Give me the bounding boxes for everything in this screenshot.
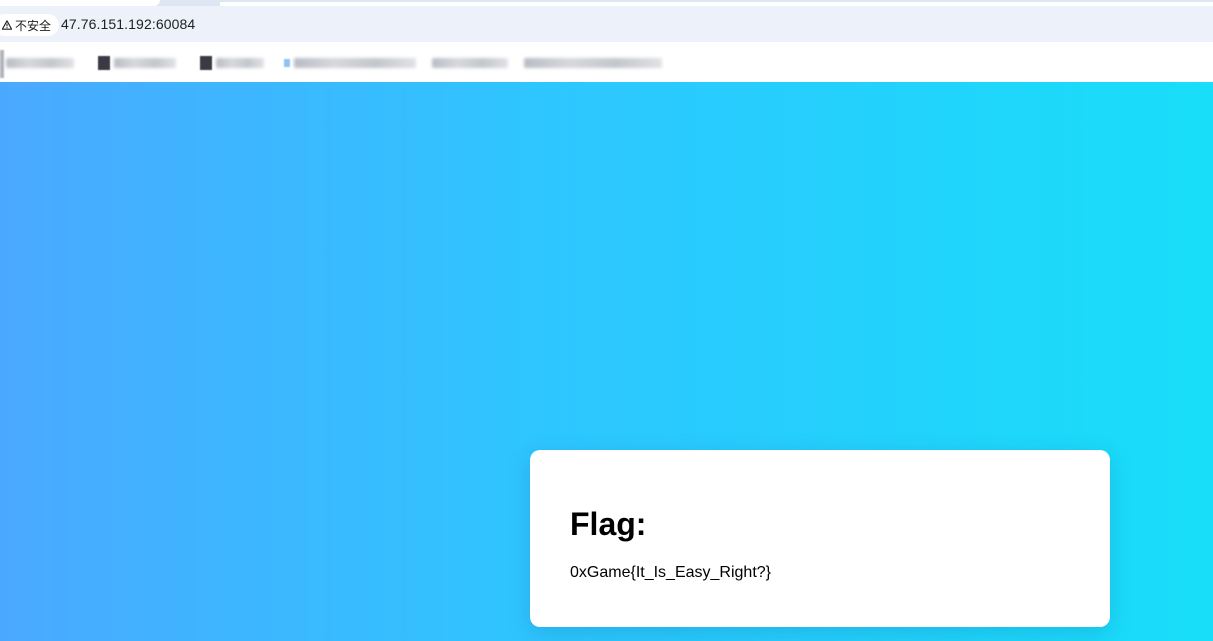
browser-window: 不安全 47.76.151.192:60084 Flag: 0xGame{It_… (0, 0, 1213, 641)
bookmarks-bar (0, 42, 1213, 82)
flag-card: Flag: 0xGame{It_Is_Easy_Right?} (530, 450, 1110, 627)
bookmark-item[interactable] (432, 56, 508, 70)
security-label: 不安全 (15, 18, 52, 33)
bookmark-item[interactable] (6, 56, 74, 70)
warning-triangle-icon (2, 20, 12, 30)
security-indicator[interactable]: 不安全 (0, 14, 60, 36)
bookmark-item[interactable] (524, 56, 662, 70)
flag-value: 0xGame{It_Is_Easy_Right?} (570, 564, 772, 581)
page-viewport: Flag: 0xGame{It_Is_Easy_Right?} (0, 82, 1213, 641)
flag-title: Flag: (570, 506, 647, 542)
url-text[interactable]: 47.76.151.192:60084 (61, 16, 195, 32)
bookmark-item[interactable] (284, 56, 416, 70)
address-bar[interactable]: 不安全 47.76.151.192:60084 (0, 6, 1213, 42)
bookmark-item[interactable] (200, 56, 264, 70)
bookmark-item[interactable] (98, 56, 176, 70)
bookmark-edge (0, 50, 4, 78)
